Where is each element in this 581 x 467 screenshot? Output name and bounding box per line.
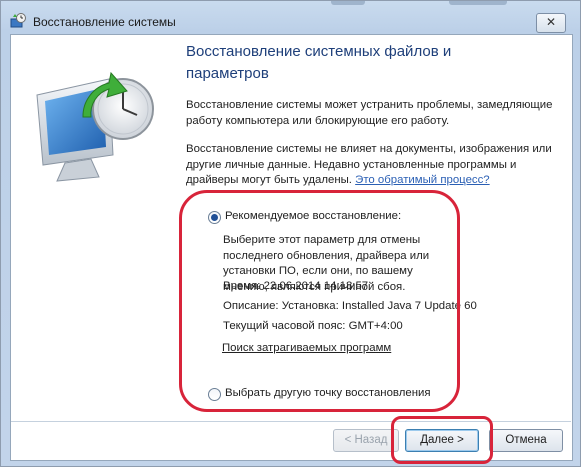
radio-other-restore-point[interactable] (208, 388, 221, 401)
next-button[interactable]: Далее > (405, 429, 479, 452)
recommended-restore-label[interactable]: Рекомендуемое восстановление: (225, 210, 401, 222)
system-restore-window: Восстановление системы ✕ Восстановление … (0, 0, 581, 467)
system-restore-icon (10, 13, 26, 29)
other-restore-point-label[interactable]: Выбрать другую точку восстановления (225, 387, 431, 399)
scan-affected-programs-link[interactable]: Поиск затрагиваемых программ (222, 341, 391, 357)
page-heading: Восстановление системных файлов и параме… (186, 43, 452, 82)
restore-description: Описание: Установка: Installed Java 7 Up… (223, 300, 477, 312)
back-button[interactable]: < Назад (333, 429, 399, 452)
close-icon: ✕ (545, 15, 557, 29)
wizard-client-area: Восстановление системных файлов и параме… (10, 34, 573, 461)
info-text: Восстановление системы не влияет на доку… (186, 142, 556, 189)
reversible-process-link[interactable]: Это обратимый процесс? (355, 174, 489, 186)
window-title: Восстановление системы (33, 15, 176, 29)
intro-text: Восстановление системы может устранить п… (186, 99, 553, 127)
restore-monitor-clock-icon (36, 71, 154, 182)
close-button[interactable]: ✕ (536, 13, 566, 33)
cancel-button[interactable]: Отмена (489, 429, 563, 452)
current-timezone: Текущий часовой пояс: GMT+4:00 (223, 320, 403, 332)
restore-time: Время: 22.06.2014 14:18:57 (223, 280, 369, 292)
footer-divider (11, 421, 571, 422)
title-bar[interactable]: Восстановление системы ✕ (1, 1, 580, 35)
radio-recommended-restore[interactable] (208, 211, 221, 224)
